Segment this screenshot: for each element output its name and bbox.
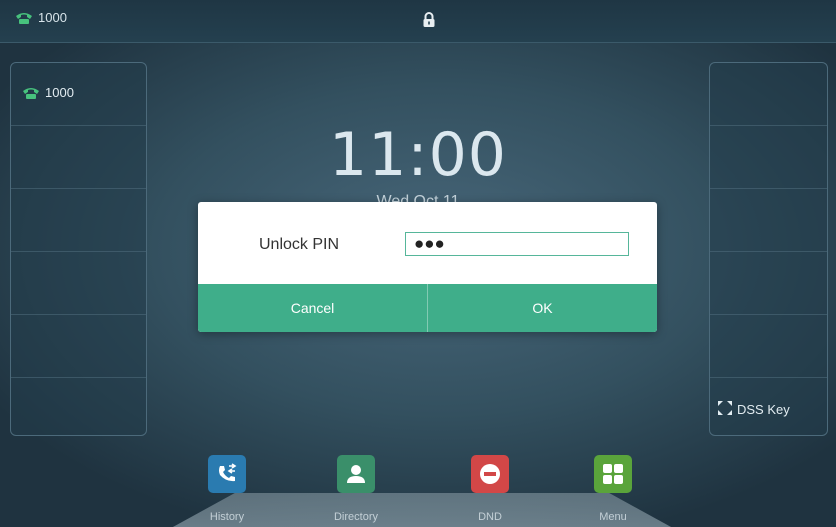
dialog-button-bar: Cancel OK [198, 284, 657, 332]
softkey-directory-label: Directory [333, 511, 378, 523]
softkey-history[interactable]: History [197, 455, 257, 523]
phone-icon [14, 11, 34, 25]
line-key-1[interactable]: 1000 [11, 63, 146, 126]
history-icon [208, 455, 246, 493]
dnd-icon [471, 455, 509, 493]
cancel-button[interactable]: Cancel [198, 284, 428, 332]
line-key-1-content: 1000 [21, 85, 74, 100]
dss-key-toggle[interactable]: DSS Key [718, 401, 790, 418]
line-key-panel: 1000 [10, 62, 147, 436]
ok-button[interactable]: OK [428, 284, 657, 332]
softkey-history-label: History [209, 511, 245, 523]
status-line-label: 1000 [38, 10, 67, 25]
dss-key-panel: DSS Key [709, 62, 828, 436]
clock-time: 11:00 [329, 120, 507, 190]
softkey-dnd[interactable]: DND [460, 455, 520, 523]
status-bar: 1000 [0, 0, 836, 43]
unlock-pin-label: Unlock PIN [259, 236, 340, 253]
dss-key-label: DSS Key [737, 402, 790, 417]
phone-icon [21, 86, 41, 100]
lock-icon [422, 12, 436, 33]
unlock-pin-input[interactable]: ●●● [405, 232, 629, 256]
softkey-dnd-label: DND [478, 511, 502, 523]
unlock-pin-dialog: Unlock PIN ●●● Cancel OK [198, 202, 657, 332]
line-key-5[interactable] [11, 315, 146, 378]
status-line-account: 1000 [14, 10, 67, 25]
dss-key-slot-4[interactable] [710, 252, 827, 315]
softkey-menu[interactable]: Menu [583, 455, 643, 523]
softkey-menu-label: Menu [599, 511, 627, 523]
expand-icon [718, 401, 732, 418]
line-key-label: 1000 [45, 85, 74, 100]
line-key-6[interactable] [11, 378, 146, 440]
phone-screen: 1000 1000 DSS Key 11:00 Unlock PIN ●●● C… [0, 0, 836, 527]
softkey-directory[interactable]: Directory [326, 455, 386, 523]
directory-icon [337, 455, 375, 493]
line-key-4[interactable] [11, 252, 146, 315]
menu-icon [594, 455, 632, 493]
dss-key-slot-5[interactable] [710, 315, 827, 378]
dss-key-slot-1[interactable] [710, 63, 827, 126]
